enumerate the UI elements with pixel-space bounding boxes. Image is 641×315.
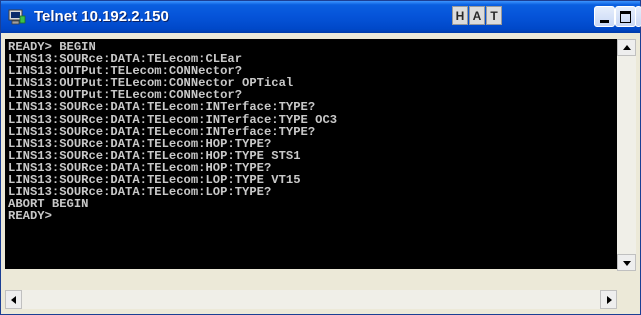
minimize-button[interactable] (594, 6, 615, 27)
window-title: Telnet 10.192.2.150 (34, 8, 169, 25)
terminal-output[interactable]: READY> BEGIN LINS13:SOURce:DATA:TELecom:… (5, 39, 617, 269)
terminal-prompt: READY> (8, 209, 52, 224)
scroll-down-button[interactable] (617, 254, 636, 271)
telnet-icon (8, 9, 26, 25)
terminal-line: LINS13:SOURce:DATA:TELecom:INTerface:TYP… (8, 124, 316, 139)
scrollbar-corner (617, 290, 636, 309)
scroll-up-button[interactable] (617, 39, 636, 56)
horizontal-scrollbar[interactable] (5, 290, 617, 309)
title-bar[interactable]: Telnet 10.192.2.150 H A T (1, 1, 641, 33)
hat-button-a[interactable]: A (469, 6, 485, 25)
terminal-line: ABORT BEGIN (8, 197, 89, 212)
hat-buttons: H A T (452, 6, 502, 25)
terminal-line: LINS13:SOURce:DATA:TELecom:LOP:TYPE? (8, 185, 272, 200)
hat-button-h[interactable]: H (452, 6, 468, 25)
maximize-button[interactable] (615, 6, 636, 27)
terminal-line: LINS13:SOURce:DATA:TELecom:INTerface:TYP… (8, 100, 316, 115)
vertical-scrollbar[interactable] (617, 39, 636, 271)
scroll-right-button[interactable] (600, 290, 617, 309)
close-button[interactable] (635, 6, 641, 27)
scroll-left-button[interactable] (5, 290, 22, 309)
terminal-line: LINS13:SOURce:DATA:TELecom:INTerface:TYP… (8, 112, 338, 127)
telnet-window: Telnet 10.192.2.150 H A T READY> BEGIN L… (0, 0, 641, 315)
hat-button-t[interactable]: T (486, 6, 502, 25)
